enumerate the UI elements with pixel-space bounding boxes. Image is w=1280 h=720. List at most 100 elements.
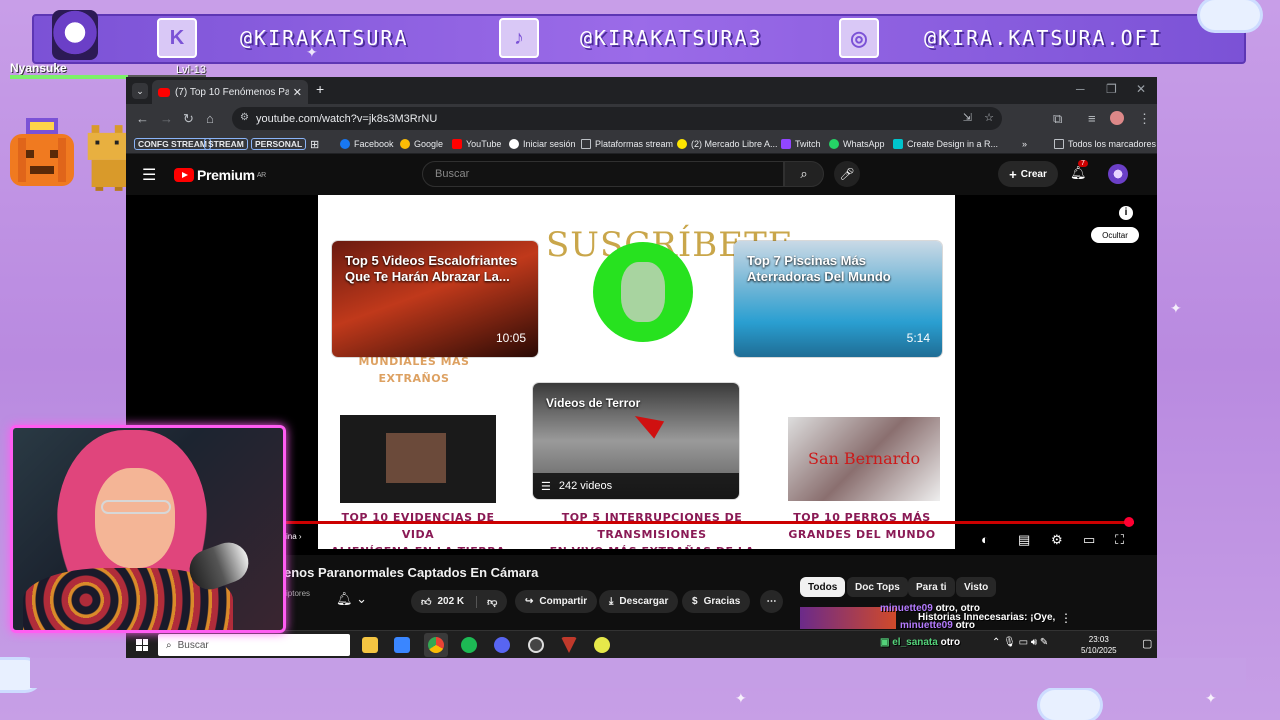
chat-username: el_sanata <box>892 637 938 648</box>
video-card[interactable]: Top 7 Piscinas Más Aterradoras Del Mundo… <box>734 241 942 357</box>
discord-icon[interactable] <box>494 637 510 653</box>
bookmark-plataformas[interactable]: Plataformas stream <box>581 136 673 152</box>
account-avatar[interactable] <box>1108 164 1128 184</box>
bookmark-whatsapp[interactable]: WhatsApp <box>829 136 885 152</box>
menu-icon[interactable]: ⋮ <box>1138 111 1151 127</box>
settings-gear-icon[interactable]: ⚙ <box>1051 532 1063 548</box>
tab-youtube[interactable]: (7) Top 10 Fenómenos Paranormales ✕ <box>152 80 308 104</box>
back-icon[interactable]: ← <box>136 111 149 126</box>
spotify-icon[interactable] <box>461 637 477 653</box>
forward-icon[interactable]: → <box>160 111 173 126</box>
bookmark-folder[interactable]: CONFG STREAM <box>134 138 211 150</box>
thanks-button[interactable]: $ Gracias <box>682 590 751 613</box>
bookmark-star-icon[interactable]: ☆ <box>984 111 994 124</box>
home-icon[interactable]: ⌂ <box>206 111 214 126</box>
video-thumbnail[interactable] <box>340 415 496 503</box>
chip-visto[interactable]: Visto <box>956 577 997 597</box>
app-icon[interactable] <box>561 637 577 653</box>
twitch-icon <box>781 139 791 149</box>
chat-text: otro <box>940 637 961 648</box>
thumbnail-image <box>386 433 446 483</box>
chat-username: minuette09 <box>900 620 953 631</box>
chrome-icon[interactable] <box>428 637 444 653</box>
chapter-label[interactable]: ina › <box>286 532 302 541</box>
bookmark-mercadolibre[interactable]: (2) Mercado Libre A... <box>677 136 778 152</box>
theater-mode-icon[interactable]: ▭ <box>1083 532 1095 548</box>
url-text: youtube.com/watch?v=jk8s3M3RrNU <box>256 112 438 125</box>
system-tray-icons[interactable]: ⌃ 🎙︎ ▭ 🔊︎ ✎ <box>992 637 1048 648</box>
maximize-icon[interactable]: ❐ <box>1106 82 1117 96</box>
bookmark-facebook[interactable]: Facebook <box>340 136 394 152</box>
bookmark-label: Google <box>414 139 444 149</box>
extensions-icon[interactable]: ⧉ <box>1053 111 1062 127</box>
taskbar-clock[interactable]: 23:03 5/10/2025 <box>1081 634 1117 656</box>
caption-perros: TOP 10 PERROS MÁS GRANDES DEL MUNDO <box>788 511 936 541</box>
tab-close-icon[interactable]: ✕ <box>293 86 302 99</box>
video-thumbnail[interactable]: San Bernardo <box>788 417 940 501</box>
minimize-icon[interactable]: ─ <box>1076 82 1085 96</box>
obs-icon[interactable] <box>528 637 544 653</box>
share-button[interactable]: ↪ Compartir <box>515 590 598 613</box>
thanks-icon: $ <box>692 596 698 607</box>
bg-caption-partial: MUNDIALES MÁS EXTRAÑOS <box>358 355 470 385</box>
windows-start-icon[interactable] <box>136 639 148 651</box>
microphone-icon[interactable]: 🎤︎ <box>834 161 860 187</box>
playlist-card[interactable]: Videos de Terror ☰ 242 videos <box>533 383 739 499</box>
all-bookmarks[interactable]: Todos los marcadores <box>1054 136 1156 152</box>
close-window-icon[interactable]: ✕ <box>1136 82 1146 96</box>
autoplay-toggle-icon[interactable]: ◐ <box>981 532 989 547</box>
cloud-decoration <box>1040 690 1100 720</box>
chip-doc-tops[interactable]: Doc Tops <box>847 577 908 597</box>
bookmark-youtube[interactable]: YouTube <box>452 136 501 152</box>
profile-icon[interactable] <box>1110 111 1124 125</box>
info-icon[interactable]: i <box>1119 206 1133 220</box>
bookmark-folder[interactable]: PERSONAL <box>251 138 307 150</box>
thumbs-down-icon[interactable]: 👎︎ <box>476 595 497 608</box>
url-bar[interactable]: ⚙ youtube.com/watch?v=jk8s3M3RrNU ⇲ ☆ <box>232 107 1002 130</box>
bookmark-google[interactable]: Google <box>400 136 443 152</box>
thumbnail-text: San Bernardo <box>808 449 921 468</box>
whatsapp-icon <box>829 139 839 149</box>
hide-endscreen-button[interactable]: Ocultar <box>1091 227 1139 243</box>
subtitles-icon[interactable]: ▤ <box>1018 532 1030 548</box>
bookmark-folder[interactable]: STREAM <box>204 138 248 150</box>
download-button[interactable]: ⤓ Descargar <box>599 590 679 613</box>
subscribe-bell-icon[interactable]: 🔔︎ ⌄ <box>336 591 367 607</box>
like-button[interactable]: 👍︎ 202 K 👎︎ <box>411 590 508 613</box>
bookmark-twitch[interactable]: Twitch <box>781 136 821 152</box>
video-card[interactable]: Top 5 Videos Escalofriantes Que Te Harán… <box>332 241 538 357</box>
more-bookmarks-icon[interactable]: » <box>1022 136 1027 152</box>
kick-icon: K <box>157 18 197 58</box>
tab-search-icon[interactable]: ⌄ <box>132 83 148 99</box>
notifications-bell-icon[interactable]: 🔔︎ <box>1070 165 1087 181</box>
new-tab-icon[interactable]: + <box>316 81 324 97</box>
hamburger-menu-icon[interactable]: ☰ <box>142 165 156 185</box>
create-button[interactable]: + Crear <box>998 161 1058 187</box>
site-info-icon[interactable]: ⚙ <box>240 112 249 123</box>
card-title: Videos de Terror <box>546 396 641 410</box>
app-icon[interactable] <box>394 637 410 653</box>
file-explorer-icon[interactable] <box>362 637 378 653</box>
pumpkin-pixel-art <box>10 118 74 186</box>
youtube-premium-logo[interactable]: Premium AR <box>174 167 266 183</box>
address-row: ← → ↻ ⌂ ⚙ youtube.com/watch?v=jk8s3M3RrN… <box>126 104 1157 134</box>
chat-message: ▣ el_sanata otro <box>880 637 960 648</box>
more-actions-icon[interactable]: ⋯ <box>760 590 783 613</box>
install-icon[interactable]: ⇲ <box>963 111 972 124</box>
fullscreen-icon[interactable]: ⛶ <box>1115 532 1124 548</box>
recommended-menu-icon[interactable]: ⋮ <box>1060 611 1072 625</box>
chip-para-ti[interactable]: Para ti <box>908 577 955 597</box>
bookmark-create-design[interactable]: Create Design in a R... <box>893 136 998 152</box>
taskbar-search[interactable]: ⌕ Buscar <box>158 634 350 656</box>
youtube-search-input[interactable]: Buscar <box>422 161 784 187</box>
notifications-icon[interactable]: ▢ <box>1142 637 1152 650</box>
progress-scrubber[interactable] <box>1124 517 1134 527</box>
chip-todos[interactable]: Todos <box>800 577 846 597</box>
bookmark-login[interactable]: Iniciar sesión <box>509 136 576 152</box>
media-icon[interactable]: ≡ <box>1088 111 1096 126</box>
apps-grid-icon[interactable]: ⊞ <box>310 136 319 152</box>
search-icon[interactable]: ⌕ <box>784 161 824 187</box>
reload-icon[interactable]: ↻ <box>183 111 194 127</box>
app-icon[interactable] <box>594 637 610 653</box>
clock-date: 5/10/2025 <box>1081 646 1117 655</box>
